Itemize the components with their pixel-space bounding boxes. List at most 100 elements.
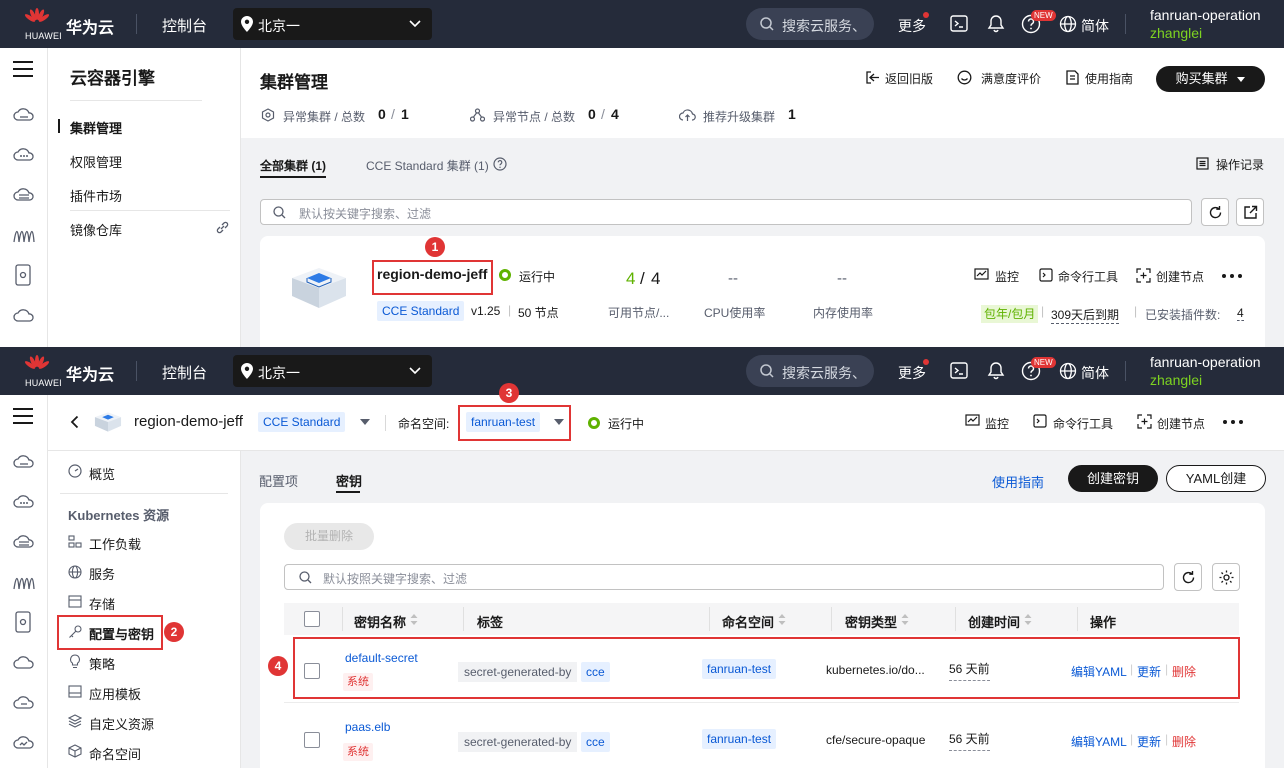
cloud-service-icon[interactable] <box>13 494 35 510</box>
back-arrow-icon[interactable] <box>70 415 79 429</box>
account-name[interactable]: fanruan-operation <box>1150 354 1261 370</box>
huawei-logo-icon[interactable] <box>24 8 50 28</box>
cloud-service-icon[interactable] <box>13 147 35 163</box>
cloud-server-icon[interactable] <box>13 454 35 470</box>
user-guide-link[interactable]: 使用指南 <box>992 472 1044 491</box>
abnormal-nodes-count[interactable]: 0 <box>588 106 596 122</box>
tab-secrets[interactable]: 密钥 <box>336 471 362 490</box>
delete-link[interactable]: 删除 <box>1172 733 1196 750</box>
back-to-old-version[interactable]: 返回旧版 <box>885 70 933 87</box>
refresh-button[interactable] <box>1174 563 1202 591</box>
menu-item-addon-market[interactable]: 插件市场 <box>70 186 122 205</box>
abnormal-clusters-count[interactable]: 0 <box>378 106 386 122</box>
network-icon[interactable] <box>13 227 35 243</box>
buy-cluster-button[interactable]: 购买集群 <box>1156 66 1265 92</box>
brand-name[interactable]: 华为云 <box>66 361 114 385</box>
help-circle-icon[interactable] <box>493 157 507 171</box>
language-switch[interactable]: 简体 <box>1081 16 1109 36</box>
cloud-monitor-icon[interactable] <box>13 734 35 750</box>
column-header-namespace[interactable]: 命名空间 <box>722 612 774 631</box>
tab-configmaps[interactable]: 配置项 <box>259 471 298 490</box>
edit-yaml-link[interactable]: 编辑YAML <box>1071 733 1127 750</box>
refresh-button[interactable] <box>1201 198 1229 226</box>
select-all-checkbox[interactable] <box>304 611 320 627</box>
monitor-action[interactable]: 监控 <box>995 268 1019 285</box>
brand-name[interactable]: 华为云 <box>66 14 114 38</box>
column-header-secret-name[interactable]: 密钥名称 <box>354 612 406 631</box>
cluster-name[interactable]: region-demo-jeff <box>134 413 243 430</box>
export-button[interactable] <box>1236 198 1264 226</box>
console-link[interactable]: 控制台 <box>162 15 207 36</box>
hamburger-menu-icon[interactable] <box>13 408 33 424</box>
storage-icon[interactable] <box>15 264 31 286</box>
region-selector[interactable]: 北京一 <box>233 355 432 387</box>
console-link[interactable]: 控制台 <box>162 362 207 383</box>
cloud-backup-icon[interactable] <box>13 694 35 710</box>
cli-tool-action[interactable]: 命令行工具 <box>1053 415 1113 432</box>
menu-item-overview[interactable]: 概览 <box>89 464 115 483</box>
secret-name-link[interactable]: paas.elb <box>345 720 390 734</box>
global-search[interactable]: 搜索云服务、 <box>746 355 874 387</box>
more-options-icon[interactable] <box>1223 420 1243 424</box>
more-menu[interactable]: 更多 <box>898 16 926 36</box>
terminal-icon[interactable] <box>950 15 968 32</box>
installed-addons-count[interactable]: 4 <box>1237 306 1244 321</box>
menu-item-storage[interactable]: 存储 <box>89 594 115 613</box>
create-node-action[interactable]: 创建节点 <box>1157 415 1205 432</box>
created-time[interactable]: 56 天前 <box>949 730 990 751</box>
secret-search-input[interactable]: 默认按照关键字搜索、过滤 <box>284 564 1164 590</box>
create-node-action[interactable]: 创建节点 <box>1156 268 1204 285</box>
database-cloud-icon[interactable] <box>13 534 35 550</box>
sort-icon[interactable] <box>901 614 909 625</box>
user-name[interactable]: zhanglei <box>1150 372 1202 388</box>
sort-icon[interactable] <box>778 614 786 625</box>
terminal-icon[interactable] <box>950 362 968 379</box>
user-guide-link[interactable]: 使用指南 <box>1085 70 1133 87</box>
menu-item-app-templates[interactable]: 应用模板 <box>89 684 141 703</box>
expiry-info[interactable]: 309天后到期 <box>1051 306 1120 324</box>
menu-item-policies[interactable]: 策略 <box>89 654 115 673</box>
column-header-secret-type[interactable]: 密钥类型 <box>845 612 897 631</box>
bell-icon[interactable] <box>987 361 1005 380</box>
sort-icon[interactable] <box>1024 614 1032 625</box>
row-checkbox[interactable] <box>304 732 320 748</box>
bell-icon[interactable] <box>987 14 1005 33</box>
operation-log-link[interactable]: 操作记录 <box>1216 156 1264 173</box>
cloud-icon[interactable] <box>13 654 35 670</box>
cloud-server-icon[interactable] <box>13 107 35 123</box>
cli-tool-action[interactable]: 命令行工具 <box>1058 268 1118 285</box>
more-options-icon[interactable] <box>1222 274 1242 278</box>
update-link[interactable]: 更新 <box>1137 733 1161 750</box>
user-name[interactable]: zhanglei <box>1150 25 1202 41</box>
global-search[interactable]: 搜索云服务、 <box>746 8 874 40</box>
database-cloud-icon[interactable] <box>13 187 35 203</box>
globe-icon[interactable] <box>1059 362 1077 380</box>
menu-item-services[interactable]: 服务 <box>89 564 115 583</box>
tab-all-clusters[interactable]: 全部集群 (1) <box>260 157 326 174</box>
language-switch[interactable]: 简体 <box>1081 363 1109 383</box>
upgrade-count[interactable]: 1 <box>788 106 796 122</box>
cloud-icon[interactable] <box>13 307 35 323</box>
huawei-logo-icon[interactable] <box>24 355 50 375</box>
more-menu[interactable]: 更多 <box>898 363 926 383</box>
menu-item-permissions[interactable]: 权限管理 <box>70 152 122 171</box>
sort-icon[interactable] <box>410 614 418 625</box>
network-icon[interactable] <box>13 574 35 590</box>
table-settings-button[interactable] <box>1212 563 1240 591</box>
globe-icon[interactable] <box>1059 15 1077 33</box>
menu-item-custom-resources[interactable]: 自定义资源 <box>89 714 154 733</box>
satisfaction-rating[interactable]: 满意度评价 <box>981 70 1041 87</box>
menu-item-namespaces[interactable]: 命名空间 <box>89 744 141 763</box>
menu-item-workloads[interactable]: 工作负载 <box>89 534 141 553</box>
region-selector[interactable]: 北京一 <box>233 8 432 40</box>
yaml-create-button[interactable]: YAML创建 <box>1166 465 1266 492</box>
menu-item-image-registry[interactable]: 镜像仓库 <box>70 220 122 239</box>
storage-icon[interactable] <box>15 611 31 633</box>
cluster-switch-caret-icon[interactable] <box>360 419 370 426</box>
column-header-created[interactable]: 创建时间 <box>968 612 1020 631</box>
tab-cce-standard[interactable]: CCE Standard 集群 (1) <box>366 157 489 174</box>
create-secret-button[interactable]: 创建密钥 <box>1068 465 1158 492</box>
menu-item-cluster-management[interactable]: 集群管理 <box>70 118 122 137</box>
batch-delete-button[interactable]: 批量删除 <box>284 523 374 550</box>
account-name[interactable]: fanruan-operation <box>1150 7 1261 23</box>
